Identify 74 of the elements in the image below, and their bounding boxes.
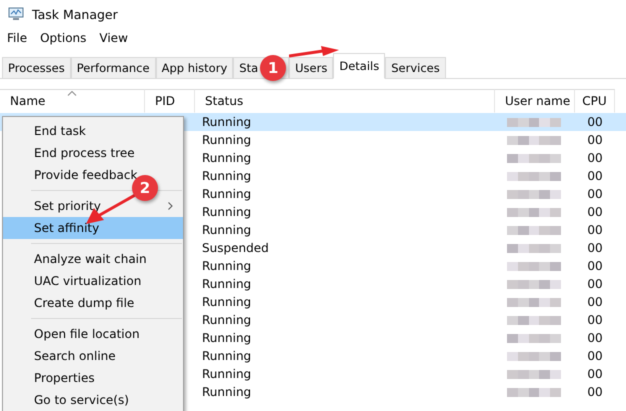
table-cell-text: Running bbox=[201, 294, 252, 311]
tab[interactable]: Users bbox=[289, 57, 334, 78]
step-badge: 1 bbox=[260, 55, 286, 81]
table-cell-text: 00 bbox=[586, 132, 604, 149]
menu-item[interactable]: Options bbox=[40, 31, 86, 45]
table-cell-text: 00 bbox=[586, 258, 604, 275]
table-cell-text: 00 bbox=[586, 276, 604, 293]
tab[interactable]: Sta 1 bbox=[233, 57, 290, 78]
column-header[interactable]: Name bbox=[0, 89, 145, 113]
menu-item[interactable]: Set affinity bbox=[3, 217, 183, 239]
menu-item[interactable]: Properties bbox=[3, 367, 183, 389]
pixelated-username bbox=[507, 352, 561, 360]
table-cell-text: 00 bbox=[586, 366, 604, 383]
pixelated-username bbox=[507, 388, 561, 396]
pixelated-username bbox=[507, 226, 561, 234]
callout-arrow bbox=[289, 46, 339, 58]
table-cell-text: Running bbox=[201, 114, 252, 131]
table-cell-text: Running bbox=[201, 366, 252, 383]
menu-item[interactable]: Go to service(s) bbox=[3, 389, 183, 411]
pixelated-username bbox=[507, 136, 561, 144]
table-cell-text: Running bbox=[201, 132, 252, 149]
table-cell-text: 00 bbox=[586, 150, 604, 167]
menu-item[interactable]: File bbox=[7, 31, 28, 45]
table-cell-text: 00 bbox=[586, 312, 604, 329]
menu-item[interactable]: UAC virtualization bbox=[3, 270, 183, 292]
table-cell-text: Running bbox=[201, 258, 252, 275]
pixelated-username bbox=[507, 190, 561, 198]
menu-item[interactable]: Search online bbox=[3, 345, 183, 367]
table-cell-text: 00 bbox=[586, 204, 604, 221]
pixelated-username bbox=[507, 298, 561, 306]
table-cell-text: 00 bbox=[586, 384, 604, 401]
table-cell-text: 00 bbox=[586, 168, 604, 185]
table-cell-text: Running bbox=[201, 222, 252, 239]
monitor-icon bbox=[8, 7, 24, 21]
pixelated-username bbox=[507, 244, 561, 252]
menu-item[interactable]: Open file location bbox=[3, 323, 183, 345]
table-cell-text: Running bbox=[201, 276, 252, 293]
menu-item[interactable]: Create dump file bbox=[3, 292, 183, 314]
table-cell-text: 00 bbox=[586, 114, 604, 131]
pixelated-username bbox=[507, 316, 561, 324]
tab[interactable]: App history bbox=[156, 57, 234, 78]
pixelated-username bbox=[507, 208, 561, 216]
table-cell-text: 00 bbox=[586, 240, 604, 257]
tab[interactable]: Performance bbox=[70, 57, 156, 78]
table-cell-text: Running bbox=[201, 186, 252, 203]
pixelated-username bbox=[507, 172, 561, 180]
menu-item[interactable]: Analyze wait chain bbox=[3, 248, 183, 270]
column-header[interactable]: Status bbox=[195, 89, 495, 113]
table-cell-text: Running bbox=[201, 312, 252, 329]
table-cell-text: Suspended bbox=[201, 240, 270, 257]
table-cell-text: Running bbox=[201, 348, 252, 365]
pixelated-username bbox=[507, 154, 561, 162]
table-cell-text: 00 bbox=[586, 186, 604, 203]
table-cell-text: 00 bbox=[586, 330, 604, 347]
tab[interactable]: Processes bbox=[2, 57, 71, 78]
tab[interactable]: Services bbox=[385, 57, 446, 78]
pixelated-username bbox=[507, 334, 561, 342]
window-title: Task Manager bbox=[32, 6, 118, 22]
pixelated-username bbox=[507, 118, 561, 126]
table-cell-text: Running bbox=[201, 204, 252, 221]
table-cell-text: Running bbox=[201, 330, 252, 347]
table-cell-text: 00 bbox=[586, 222, 604, 239]
table-cell-text: 00 bbox=[586, 348, 604, 365]
pixelated-username bbox=[507, 262, 561, 270]
sort-icon bbox=[68, 91, 76, 96]
table-cell-text: Running bbox=[201, 150, 252, 167]
tab[interactable]: Details bbox=[333, 53, 386, 79]
table-cell-text: Running bbox=[201, 384, 252, 401]
table-cell-text: 00 bbox=[586, 294, 604, 311]
menu-item[interactable]: View bbox=[99, 31, 128, 45]
pixelated-username bbox=[507, 370, 561, 378]
menu-item[interactable]: End process tree bbox=[3, 142, 183, 164]
pixelated-username bbox=[507, 280, 561, 288]
table-cell-text: Running bbox=[201, 168, 252, 185]
